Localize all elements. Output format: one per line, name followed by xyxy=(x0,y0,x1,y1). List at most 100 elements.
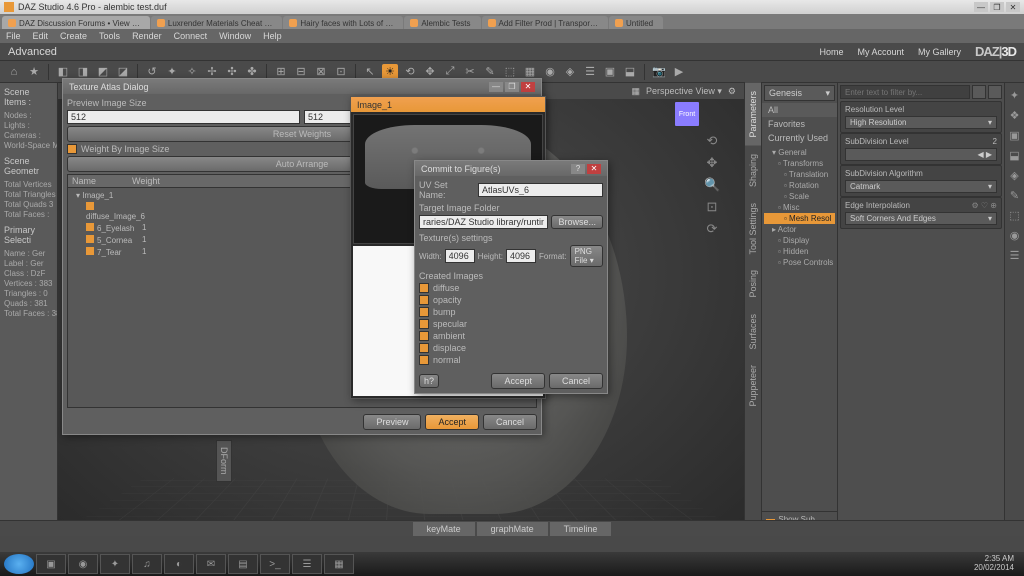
camera-dropdown[interactable]: Perspective View ▾ xyxy=(646,86,722,97)
activity-icon[interactable]: ⬚ xyxy=(1008,209,1022,223)
param-tree-node[interactable]: ▫ Transforms xyxy=(764,158,835,169)
param-slider[interactable]: ◀ ▶ xyxy=(845,148,997,161)
menu-tools[interactable]: Tools xyxy=(99,31,120,41)
param-tree-node[interactable]: ▫ Display xyxy=(764,235,835,246)
taskbar-app[interactable]: ▦ xyxy=(324,554,354,574)
tab-surfaces[interactable]: Surfaces xyxy=(745,306,761,358)
browse-button[interactable]: Browse... xyxy=(551,215,603,229)
tool-icon[interactable]: ◈ xyxy=(562,64,578,80)
tab-posing[interactable]: Posing xyxy=(745,262,761,306)
taskbar-app[interactable]: ◉ xyxy=(68,554,98,574)
param-control[interactable]: Soft Corners And Edges▾ xyxy=(845,212,997,225)
tab-graphmate[interactable]: graphMate xyxy=(477,522,548,536)
tex-width-input[interactable] xyxy=(445,249,475,263)
document-tab[interactable]: Alembic Tests xyxy=(404,16,480,29)
taskbar-app[interactable]: ✉ xyxy=(196,554,226,574)
preview-button[interactable]: Preview xyxy=(363,414,421,430)
minimize-button[interactable]: — xyxy=(974,2,988,12)
layer-checkbox[interactable] xyxy=(419,307,429,317)
cancel-button[interactable]: Cancel xyxy=(549,373,603,389)
uv-name-input[interactable] xyxy=(478,183,603,197)
document-tab[interactable]: Luxrender Materials Cheat … xyxy=(151,16,283,29)
param-tree-node[interactable]: ▾ General xyxy=(764,147,835,158)
taskbar-app[interactable]: ☰ xyxy=(292,554,322,574)
search-button[interactable] xyxy=(972,85,986,99)
cancel-button[interactable]: Cancel xyxy=(483,414,537,430)
param-tree-node[interactable]: ▫ Mesh Resol xyxy=(764,213,835,224)
image-panel-title[interactable]: Image_1 xyxy=(351,97,545,112)
document-tab[interactable]: Hairy faces with Lots of … xyxy=(283,16,403,29)
layer-checkbox[interactable] xyxy=(419,295,429,305)
dialog-titlebar[interactable]: Texture Atlas Dialog —❐✕ xyxy=(63,79,541,94)
view-cube[interactable]: Front xyxy=(674,101,700,127)
help-button[interactable]: h? xyxy=(419,374,439,388)
param-tree-node[interactable]: ▫ Misc xyxy=(764,202,835,213)
taskbar-app[interactable]: ▤ xyxy=(228,554,258,574)
layer-checkbox[interactable] xyxy=(419,343,429,353)
menu-create[interactable]: Create xyxy=(60,31,87,41)
dialog-close[interactable]: ✕ xyxy=(521,82,535,92)
zoom-icon[interactable]: 🔍 xyxy=(704,177,720,193)
category-currently-used[interactable]: Currently Used xyxy=(762,131,837,145)
activity-icon[interactable]: ✎ xyxy=(1008,189,1022,203)
taskbar-app[interactable]: ✦ xyxy=(100,554,130,574)
taskbar-app[interactable]: ▣ xyxy=(36,554,66,574)
taskbar-app[interactable]: >_ xyxy=(260,554,290,574)
tex-height-input[interactable] xyxy=(506,249,536,263)
tool-icon[interactable]: ☰ xyxy=(582,64,598,80)
activity-icon[interactable]: ⬓ xyxy=(1008,149,1022,163)
camera-icon[interactable]: 📷 xyxy=(651,64,667,80)
start-button[interactable] xyxy=(4,554,34,574)
dialog-close[interactable]: ✕ xyxy=(587,164,601,174)
layer-checkbox[interactable] xyxy=(419,355,429,365)
category-favorites[interactable]: Favorites xyxy=(762,117,837,131)
atlas-width-input[interactable] xyxy=(67,110,300,124)
activity-icon[interactable]: ◈ xyxy=(1008,169,1022,183)
options-button[interactable] xyxy=(988,85,1002,99)
weight-by-size-checkbox[interactable] xyxy=(67,144,77,154)
tab-parameters[interactable]: Parameters xyxy=(745,83,761,146)
folder-input[interactable] xyxy=(419,215,548,229)
link-gallery[interactable]: My Gallery xyxy=(918,47,961,57)
param-tree-node[interactable]: ▫ Translation xyxy=(764,169,835,180)
tool-icon[interactable]: ★ xyxy=(26,64,42,80)
render-icon[interactable]: ▶ xyxy=(671,64,687,80)
tab-puppeteer[interactable]: Puppeteer xyxy=(745,357,761,415)
dialog-titlebar[interactable]: Commit to Figure(s) ?✕ xyxy=(415,161,607,176)
dialog-help[interactable]: ? xyxy=(571,164,585,174)
menu-window[interactable]: Window xyxy=(219,31,251,41)
dialog-minimize[interactable]: — xyxy=(489,82,503,92)
orbit-icon[interactable]: ⟲ xyxy=(704,133,720,149)
layer-checkbox[interactable] xyxy=(419,283,429,293)
activity-icon[interactable]: ❖ xyxy=(1008,109,1022,123)
document-tab[interactable]: DAZ Discussion Forums • View … xyxy=(2,16,150,29)
viewport-options-icon[interactable]: ⚙ xyxy=(728,86,736,97)
activity-icon[interactable]: ▣ xyxy=(1008,129,1022,143)
tab-dform[interactable]: DForm xyxy=(216,440,232,482)
accept-button[interactable]: Accept xyxy=(491,373,545,389)
param-tree-node[interactable]: ▫ Hidden xyxy=(764,246,835,257)
search-input[interactable] xyxy=(840,85,970,99)
tab-keymate[interactable]: keyMate xyxy=(413,522,475,536)
param-tree-node[interactable]: ▫ Scale xyxy=(764,191,835,202)
dialog-maximize[interactable]: ❐ xyxy=(505,82,519,92)
document-tab[interactable]: Untitled xyxy=(609,16,663,29)
param-tree-node[interactable]: ▸ Actor xyxy=(764,224,835,235)
reset-icon[interactable]: ⟳ xyxy=(704,221,720,237)
param-tree-node[interactable]: ▫ Rotation xyxy=(764,180,835,191)
tab-timeline[interactable]: Timeline xyxy=(550,522,612,536)
menu-render[interactable]: Render xyxy=(132,31,162,41)
tab-shaping[interactable]: Shaping xyxy=(745,146,761,195)
tab-tool-settings[interactable]: Tool Settings xyxy=(745,195,761,263)
link-account[interactable]: My Account xyxy=(857,47,904,57)
figure-dropdown[interactable]: Genesis▾ xyxy=(764,85,835,101)
param-control[interactable]: Catmark▾ xyxy=(845,180,997,193)
layout-icon[interactable]: ▦ xyxy=(632,86,641,97)
category-all[interactable]: All xyxy=(762,103,837,117)
frame-icon[interactable]: ⊡ xyxy=(704,199,720,215)
accept-button[interactable]: Accept xyxy=(425,414,479,430)
link-home[interactable]: Home xyxy=(819,47,843,57)
taskbar-app[interactable]: ♫ xyxy=(132,554,162,574)
activity-icon[interactable]: ☰ xyxy=(1008,249,1022,263)
document-tab[interactable]: Add Filter Prod | Transpor… xyxy=(482,16,608,29)
